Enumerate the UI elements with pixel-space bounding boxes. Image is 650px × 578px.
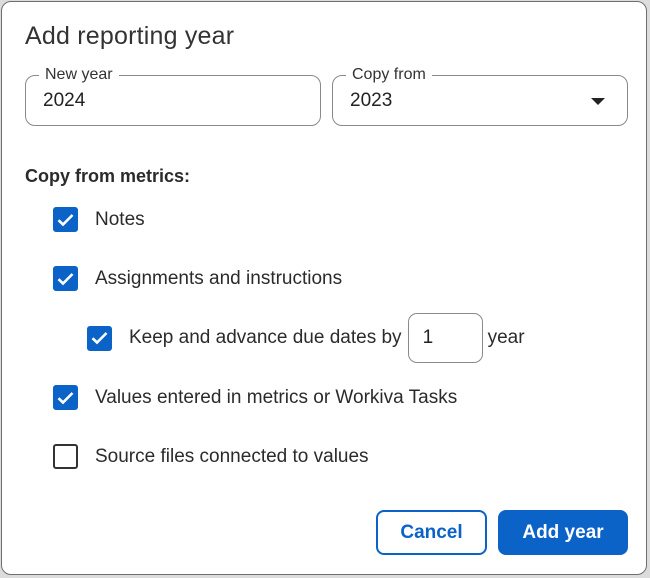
option-values-entered[interactable]: Values entered in metrics or Workiva Tas… — [53, 385, 457, 410]
option-source-files[interactable]: Source files connected to values — [53, 444, 369, 469]
values-entered-checkbox[interactable] — [53, 385, 78, 410]
caret-down-icon[interactable] — [591, 98, 605, 105]
option-notes[interactable]: Notes — [53, 207, 145, 232]
keep-dates-label: Keep and advance due dates by — [129, 327, 402, 348]
new-year-value[interactable]: 2024 — [43, 90, 85, 112]
source-files-checkbox[interactable] — [53, 444, 78, 469]
values-entered-label: Values entered in metrics or Workiva Tas… — [95, 386, 458, 408]
copy-from-label: Copy from — [346, 66, 432, 84]
checkmark-icon — [57, 391, 74, 404]
new-year-label: New year — [39, 66, 119, 84]
advance-years-input[interactable]: 1 — [407, 313, 483, 363]
section-title: Copy from metrics: — [25, 166, 191, 186]
checkmark-icon — [91, 332, 108, 345]
assignments-label: Assignments and instructions — [95, 267, 343, 289]
copy-from-value[interactable]: 2023 — [350, 90, 392, 112]
option-assignments[interactable]: Assignments and instructions — [53, 266, 342, 291]
checkmark-icon — [57, 213, 74, 226]
keep-dates-checkbox[interactable] — [87, 325, 112, 351]
advance-years-suffix: year — [487, 327, 525, 348]
copy-from-select[interactable]: Copy from 2023 — [332, 66, 628, 126]
assignments-checkbox[interactable] — [53, 266, 78, 291]
dialog-title: Add reporting year — [25, 22, 235, 50]
option-keep-dates[interactable]: Keep and advance due dates by 1 year — [87, 313, 525, 363]
notes-checkbox[interactable] — [53, 207, 78, 232]
add-reporting-year-dialog: Add reporting year New year 2024 Copy fr… — [1, 1, 647, 575]
checkmark-icon — [57, 272, 74, 285]
notes-label: Notes — [95, 208, 145, 230]
new-year-field[interactable]: New year 2024 — [25, 66, 321, 126]
add-year-button[interactable]: Add year — [498, 510, 628, 555]
source-files-label: Source files connected to values — [95, 445, 369, 467]
cancel-button[interactable]: Cancel — [376, 510, 487, 555]
